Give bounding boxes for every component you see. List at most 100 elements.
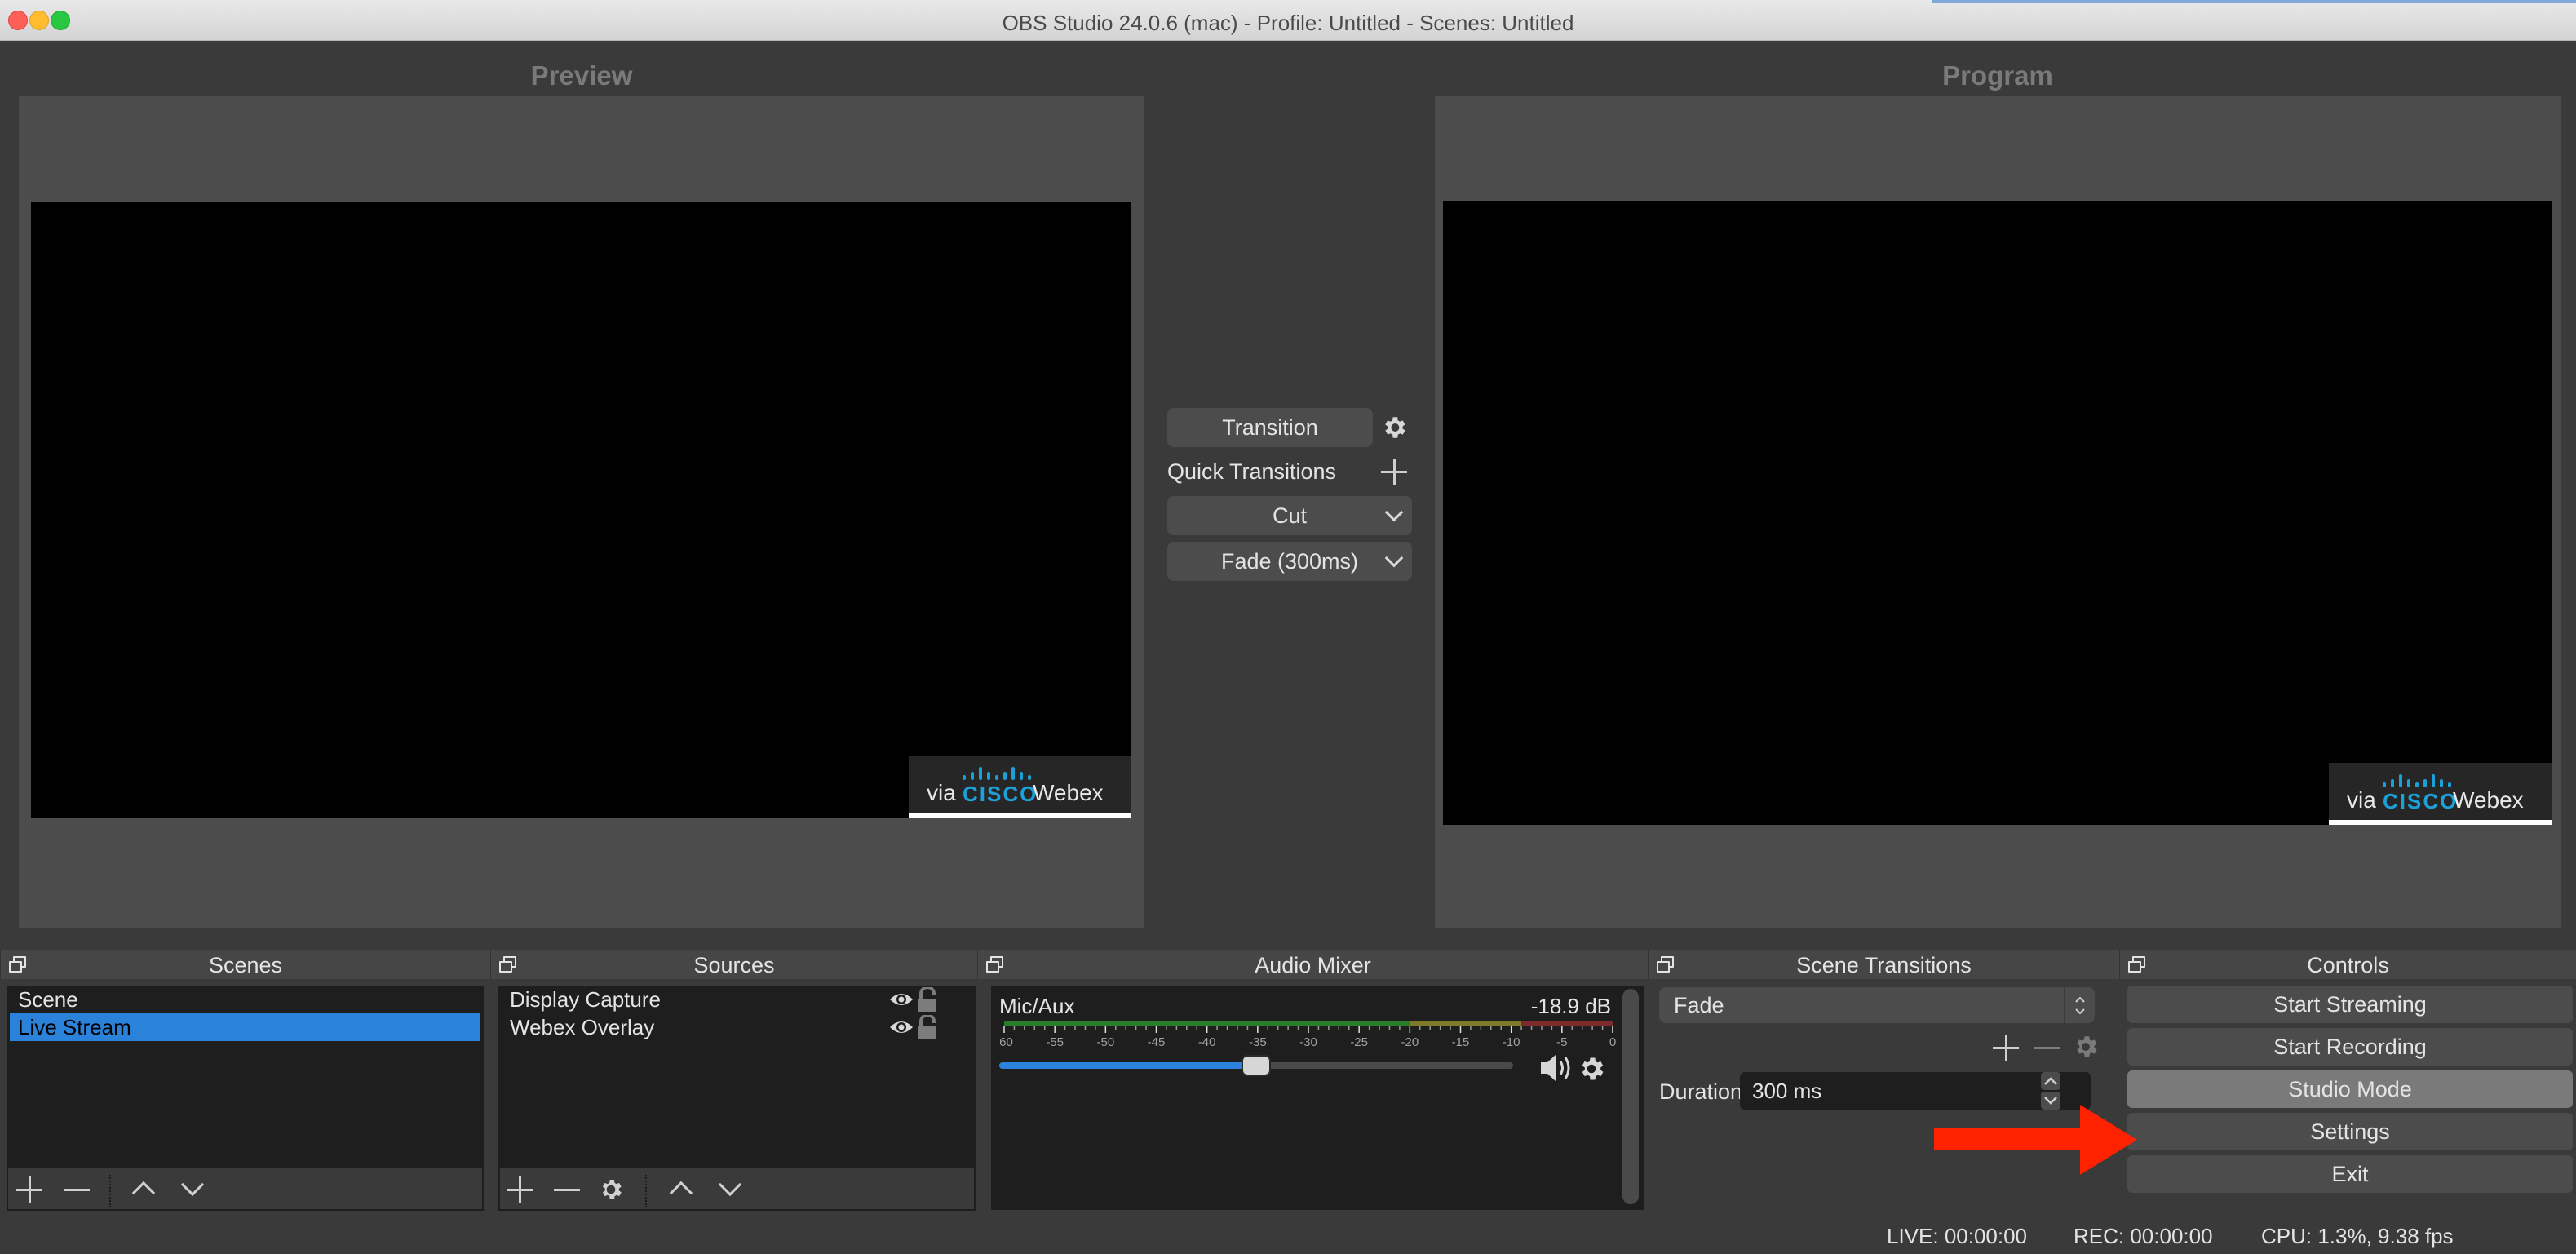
- meter-tick: [1308, 1026, 1309, 1033]
- scene-item-selected[interactable]: Live Stream: [10, 1013, 480, 1041]
- duration-label: Duration: [1659, 1079, 1743, 1104]
- transition-select-arrows[interactable]: [2065, 987, 2095, 1023]
- volume-slider-fill: [999, 1062, 1256, 1069]
- maximize-window-button[interactable]: [51, 11, 70, 30]
- webex-wordmark: Webex: [2453, 787, 2524, 813]
- audio-mixer-scrollbar[interactable]: [1622, 989, 1639, 1204]
- undock-icon[interactable]: [1657, 956, 1674, 973]
- scenes-dock-header: Scenes: [0, 950, 490, 979]
- scenes-list[interactable]: Scene Live Stream: [7, 986, 484, 1168]
- meter-tick-label: -50: [1096, 1035, 1114, 1049]
- exit-button[interactable]: Exit: [2127, 1155, 2573, 1193]
- meter-tick: [1561, 1026, 1563, 1033]
- add-transition-plus-icon[interactable]: [1993, 1035, 2019, 1061]
- program-pane[interactable]: via CISCO Webex: [1435, 96, 2561, 928]
- quick-transition-fade[interactable]: Fade (300ms): [1167, 542, 1412, 581]
- meter-tick: [1287, 1026, 1289, 1030]
- audio-settings-gear-icon[interactable]: [1577, 1054, 1606, 1083]
- meter-tick: [1530, 1026, 1533, 1030]
- transition-select-value: Fade: [1674, 993, 1724, 1017]
- meter-tick: [1439, 1026, 1441, 1030]
- source-name: Webex Overlay: [510, 1015, 655, 1039]
- meter-tick: [1267, 1026, 1269, 1030]
- remove-scene-minus-icon[interactable]: [64, 1176, 90, 1203]
- undock-icon[interactable]: [499, 956, 516, 973]
- meter-tick: [1317, 1026, 1320, 1030]
- meter-tick-label: -30: [1299, 1035, 1317, 1049]
- meter-tick-label: -10: [1503, 1035, 1520, 1049]
- move-scene-up-icon[interactable]: [131, 1181, 156, 1205]
- move-source-down-icon[interactable]: [718, 1172, 742, 1197]
- add-scene-plus-icon[interactable]: [16, 1176, 42, 1203]
- chevron-down-icon[interactable]: [1384, 503, 1404, 522]
- meter-tick: [1074, 1026, 1076, 1030]
- meter-tick: [1510, 1026, 1512, 1033]
- meter-tick: [1429, 1026, 1431, 1030]
- undock-icon[interactable]: [9, 956, 26, 973]
- undock-icon[interactable]: [2128, 956, 2145, 973]
- meter-tick: [1328, 1026, 1330, 1030]
- undock-icon[interactable]: [986, 956, 1003, 973]
- duration-increment-button[interactable]: [2041, 1072, 2060, 1090]
- studio-mode-button[interactable]: Studio Mode: [2127, 1070, 2573, 1108]
- meter-tick: [1450, 1026, 1451, 1030]
- webex-wordmark: Webex: [1033, 780, 1104, 805]
- close-window-button[interactable]: [8, 11, 28, 30]
- meter-tick: [1033, 1026, 1036, 1030]
- transition-properties-gear-icon[interactable]: [2072, 1033, 2100, 1061]
- quick-transition-cut[interactable]: Cut: [1167, 496, 1412, 535]
- visibility-eye-icon[interactable]: [888, 1017, 914, 1037]
- start-recording-button[interactable]: Start Recording: [2127, 1028, 2573, 1066]
- scene-item[interactable]: Scene: [10, 986, 480, 1013]
- meter-tick: [1246, 1026, 1249, 1030]
- move-source-up-icon[interactable]: [669, 1181, 693, 1205]
- remove-source-minus-icon[interactable]: [554, 1176, 580, 1203]
- controls-dock-header: Controls: [2119, 950, 2576, 979]
- meter-tick: [1003, 1026, 1005, 1033]
- start-streaming-button[interactable]: Start Streaming: [2127, 986, 2573, 1023]
- controls-dock-title: Controls: [2307, 953, 2389, 977]
- transition-button[interactable]: Transition: [1167, 408, 1373, 447]
- meter-tick-label: -20: [1401, 1035, 1419, 1049]
- source-properties-gear-icon[interactable]: [598, 1176, 624, 1203]
- speaker-mute-icon[interactable]: [1539, 1052, 1575, 1083]
- meter-tick: [1257, 1026, 1259, 1033]
- toolbar-separator: [645, 1175, 647, 1207]
- volume-slider-handle[interactable]: [1242, 1055, 1271, 1076]
- audio-level-readout: -18.9 dB: [1530, 994, 1611, 1018]
- quick-transition-label: Cut: [1272, 503, 1308, 528]
- add-source-plus-icon[interactable]: [507, 1176, 533, 1203]
- meter-tick: [1297, 1026, 1299, 1030]
- transition-select[interactable]: Fade: [1659, 987, 2064, 1023]
- webex-overlay: via CISCO Webex: [909, 756, 1131, 818]
- meter-tick: [1338, 1026, 1340, 1030]
- audio-channel-name: Mic/Aux: [999, 994, 1075, 1018]
- program-display[interactable]: via CISCO Webex: [1443, 201, 2552, 825]
- preview-display[interactable]: via CISCO Webex: [31, 202, 1131, 818]
- meter-tick: [1591, 1026, 1593, 1030]
- move-scene-down-icon[interactable]: [180, 1172, 205, 1197]
- meter-tick: [1104, 1026, 1107, 1033]
- add-quick-transition-plus-icon[interactable]: [1381, 459, 1407, 485]
- title-bar: OBS Studio 24.0.6 (mac) - Profile: Untit…: [0, 0, 2576, 41]
- lock-open-icon[interactable]: [918, 1015, 937, 1039]
- meter-tick-label: -60: [999, 1035, 1013, 1049]
- lock-open-icon[interactable]: [918, 987, 937, 1012]
- chevron-up-icon: [2044, 1077, 2057, 1085]
- sources-toolbar: [498, 1168, 976, 1211]
- sources-list[interactable]: Display Capture Webex Overlay: [498, 986, 976, 1168]
- program-label: Program: [1942, 60, 2053, 91]
- settings-button[interactable]: Settings: [2127, 1113, 2573, 1150]
- transition-settings-gear-icon[interactable]: [1380, 414, 1408, 441]
- up-down-chevron-icon: [2075, 996, 2085, 1015]
- visibility-eye-icon[interactable]: [888, 990, 914, 1009]
- volume-slider[interactable]: [999, 1055, 1513, 1076]
- meter-tick: [1145, 1026, 1147, 1030]
- meter-tick: [1612, 1026, 1613, 1033]
- preview-pane[interactable]: via CISCO Webex: [19, 96, 1144, 928]
- remove-transition-minus-icon[interactable]: [2034, 1035, 2060, 1061]
- minimize-window-button[interactable]: [29, 11, 49, 30]
- sources-dock-title: Sources: [693, 953, 775, 977]
- annotation-arrow-icon: [1934, 1105, 2137, 1175]
- chevron-down-icon[interactable]: [1384, 548, 1404, 568]
